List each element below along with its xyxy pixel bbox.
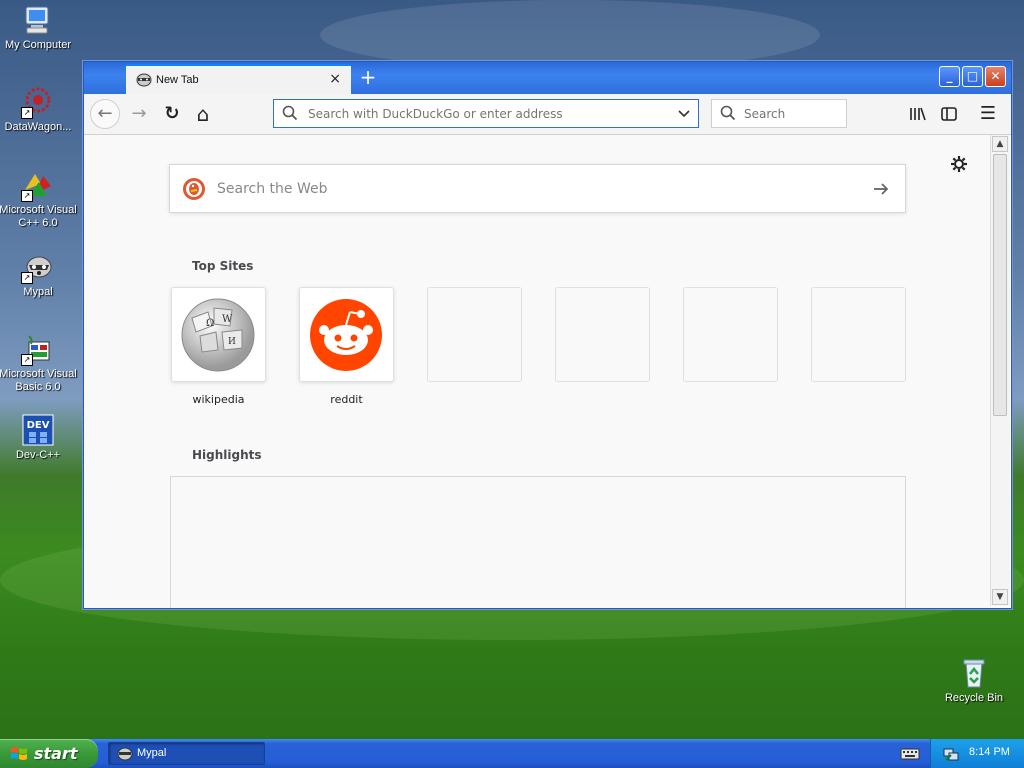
web-search-placeholder: Search the Web (217, 181, 328, 197)
top-site-label: wikipedia (192, 393, 245, 406)
tab-title: New Tab (156, 74, 199, 86)
highlights-panel (170, 476, 906, 608)
top-site-empty[interactable] (427, 287, 522, 382)
top-sites-title: Top Sites (192, 259, 254, 273)
minimize-button[interactable]: _ (939, 66, 960, 87)
visual-cpp-icon: ↗ (21, 168, 55, 202)
search-input[interactable] (742, 106, 842, 122)
taskbar: start Mypal 8:14 PM (0, 739, 1024, 768)
desktop-icon-label: Recycle Bin (944, 692, 1004, 704)
svg-text:Ω: Ω (206, 318, 214, 329)
desktop-icon-datawagon[interactable]: ↗ DataWagon... (0, 85, 78, 134)
desktop-icon-label: Mypal (23, 286, 53, 298)
desktop-icon-dev-cpp[interactable]: DEV Dev-C++ (0, 413, 78, 462)
search-icon (282, 105, 298, 121)
shortcut-arrow-icon: ↗ (21, 190, 33, 202)
reddit-icon (310, 299, 382, 371)
network-icon[interactable] (943, 746, 959, 762)
datawagon-icon: ↗ (21, 85, 55, 119)
title-bar[interactable]: New Tab × + _ □ ✕ (84, 62, 1011, 94)
menu-button[interactable]: ☰ (974, 100, 1002, 128)
desktop-icon-label: Microsoft Visual C++ 6.0 (0, 204, 77, 229)
vertical-scrollbar[interactable]: ▲ ▼ (990, 135, 1010, 606)
svg-text:W: W (222, 314, 233, 325)
highlights-title: Highlights (192, 448, 262, 462)
svg-text:И: И (228, 337, 236, 347)
desktop-icon-mypal[interactable]: ↗ Mypal (0, 250, 78, 299)
taskbar-item-label: Mypal (137, 747, 167, 759)
forward-button[interactable]: → (125, 100, 153, 128)
desktop-icon-label: My Computer (4, 39, 72, 51)
scroll-thumb[interactable] (993, 154, 1007, 416)
top-site-wikipedia[interactable]: ΩW И (171, 287, 266, 382)
close-button[interactable]: ✕ (985, 66, 1006, 87)
scroll-down-button[interactable]: ▼ (992, 589, 1008, 605)
duckduckgo-icon (182, 177, 206, 201)
shortcut-arrow-icon: ↗ (21, 107, 33, 119)
clock: 8:14 PM (969, 746, 1010, 758)
chevron-down-icon[interactable] (676, 105, 692, 121)
windows-flag-icon (11, 747, 27, 760)
home-button[interactable]: ⌂ (189, 100, 217, 128)
mypal-raccoon-icon: ↗ (21, 250, 55, 284)
mypal-raccoon-icon (136, 73, 152, 87)
desktop-cloud (320, 0, 820, 70)
desktop-icon-visual-cpp[interactable]: ↗ Microsoft Visual C++ 6.0 (0, 168, 78, 230)
desktop-icon-label: Microsoft Visual Basic 6.0 (0, 368, 77, 393)
taskbar-item-mypal[interactable]: Mypal (108, 742, 265, 765)
browser-window: New Tab × + _ □ ✕ ← → ↻ ⌂ Search with Du… (83, 61, 1012, 609)
search-bar[interactable] (711, 99, 847, 128)
start-button[interactable]: start (0, 739, 98, 768)
wikipedia-globe-icon: Ω W И (181, 298, 255, 372)
new-tab-page: Search the Web Top Sites ΩW И wikipedia r… (84, 135, 990, 608)
top-site-empty[interactable] (683, 287, 778, 382)
desktop-icon-recycle-bin[interactable]: Recycle Bin (934, 656, 1014, 705)
shortcut-arrow-icon: ↗ (21, 272, 33, 284)
sidebar-button[interactable] (935, 100, 963, 128)
computer-icon (21, 3, 55, 37)
arrow-right-icon[interactable] (871, 179, 891, 199)
top-site-empty[interactable] (555, 287, 650, 382)
reload-button[interactable]: ↻ (158, 100, 186, 128)
start-label: start (34, 744, 78, 763)
top-site-label: reddit (330, 393, 363, 406)
address-bar[interactable] (273, 99, 699, 128)
desktop-icon-visual-basic[interactable]: ↗ Microsoft Visual Basic 6.0 (0, 332, 78, 394)
new-tab-button[interactable]: + (356, 65, 380, 89)
desktop-icon-my-computer[interactable]: My Computer (0, 3, 78, 52)
address-input[interactable] (306, 106, 670, 122)
tab-new-tab[interactable]: New Tab × (126, 64, 351, 94)
navigation-toolbar: ← → ↻ ⌂ ☰ (84, 94, 1011, 135)
web-search-box[interactable]: Search the Web (169, 164, 906, 213)
desktop-icon-label: Dev-C++ (15, 449, 61, 461)
system-tray: 8:14 PM (930, 739, 1024, 768)
maximize-button[interactable]: □ (962, 66, 983, 87)
top-site-empty[interactable] (811, 287, 906, 382)
shortcut-arrow-icon: ↗ (21, 354, 33, 366)
mypal-raccoon-icon (117, 747, 133, 761)
back-button[interactable]: ← (90, 99, 120, 129)
top-site-reddit[interactable] (299, 287, 394, 382)
search-icon (720, 105, 736, 121)
visual-basic-icon: ↗ (21, 332, 55, 366)
scroll-up-button[interactable]: ▲ (992, 136, 1008, 152)
desktop-icon-label: DataWagon... (4, 121, 72, 133)
svg-text:DEV: DEV (27, 420, 50, 431)
tab-close-icon[interactable]: × (329, 71, 341, 87)
library-button[interactable] (904, 100, 932, 128)
recycle-bin-icon (957, 656, 991, 690)
dev-cpp-icon: DEV (21, 413, 55, 447)
gear-icon[interactable] (950, 155, 968, 173)
keyboard-icon[interactable] (899, 745, 921, 761)
